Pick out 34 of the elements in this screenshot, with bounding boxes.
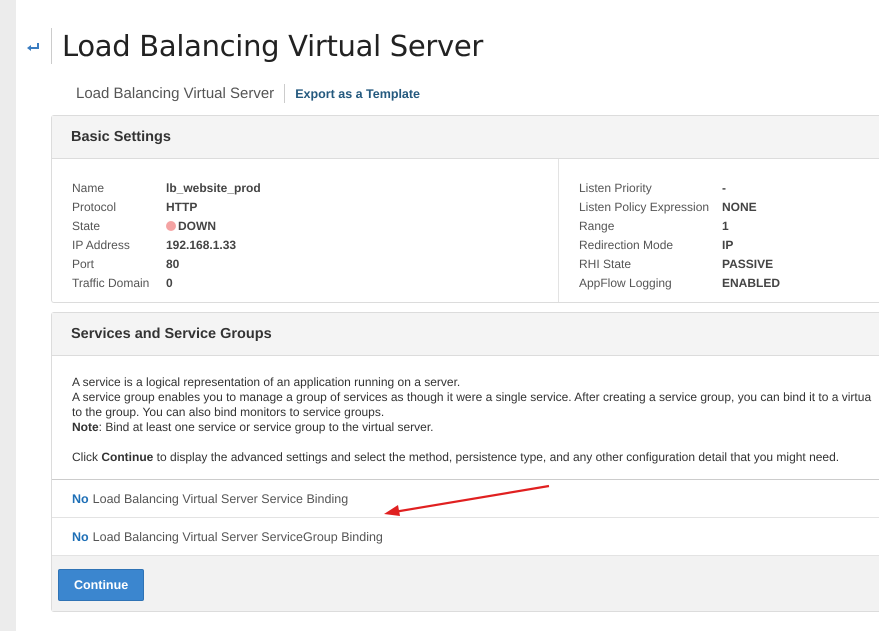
page-title: Load Balancing Virtual Server: [62, 29, 484, 63]
field-label: Range: [579, 218, 616, 232]
field-value: DOWN: [166, 218, 216, 232]
instruction-text: Click Continue to display the advanced settings and select the method, persistence type, and any other configuration detail that you might need.: [72, 450, 840, 465]
field-label: Traffic Domain: [72, 276, 150, 290]
back-arrow-icon[interactable]: [26, 41, 40, 51]
panel-header: Basic Settings: [52, 116, 879, 159]
description-text: A service is a logical representation of an application running on a server. A service group enables you to manage a group of services as though it were a single service. After creating a service group, you can bind it to a virtua to the group. You can also bind monitors to service groups. Note: Bind at least one service or service group to the virtual server.: [72, 375, 872, 435]
field-value: -: [722, 180, 726, 194]
binding-row[interactable]: No Load Balancing Virtual Server Service Binding: [52, 480, 879, 518]
panel-header: Services and Service Groups: [52, 313, 879, 356]
field-value: HTTP: [166, 200, 198, 214]
field-value: PASSIVE: [722, 256, 774, 270]
field-label: Listen Priority: [579, 180, 653, 194]
continue-button[interactable]: Continue: [58, 569, 144, 601]
field-value: ENABLED: [722, 276, 780, 290]
field-value: NONE: [722, 200, 757, 214]
field-value: IP: [722, 238, 734, 252]
field-value: 1: [722, 218, 729, 232]
field-value: 80: [166, 256, 180, 270]
field-label: AppFlow Logging: [579, 276, 673, 290]
field-label: IP Address: [72, 238, 131, 252]
field-label: Listen Policy Expression: [579, 200, 710, 214]
field-label: RHI State: [579, 256, 632, 270]
field-value: 0: [166, 276, 173, 290]
field-label: State: [72, 218, 102, 232]
field-label: Port: [72, 256, 96, 270]
field-label: Name: [72, 180, 106, 194]
field-value: lb_website_prod: [166, 180, 261, 194]
field-value: 192.168.1.33: [166, 238, 236, 252]
breadcrumb: Load Balancing Virtual Server: [76, 85, 274, 102]
field-label: Protocol: [72, 200, 118, 214]
field-label: Redirection Mode: [579, 238, 674, 252]
export-template-link[interactable]: Export as a Template: [295, 86, 420, 100]
